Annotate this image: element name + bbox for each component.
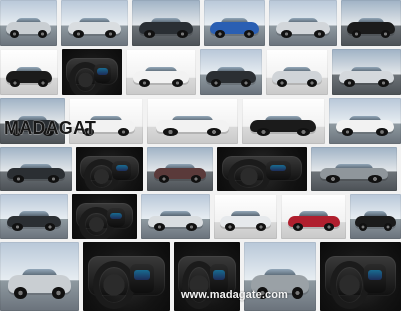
tile-r1-1[interactable] (0, 0, 57, 46)
tile-r4-2[interactable] (76, 147, 143, 191)
tile-r6-5[interactable] (320, 242, 401, 311)
tile-r5-6[interactable] (350, 194, 401, 239)
tile-r5-5[interactable] (281, 194, 347, 239)
row-5 (0, 194, 401, 239)
tile-r6-3[interactable] (174, 242, 240, 311)
tile-r3-1[interactable] (0, 98, 66, 144)
tile-r1-4[interactable] (204, 0, 265, 46)
tile-r6-4[interactable] (244, 242, 316, 311)
row-3 (0, 98, 401, 144)
tile-r1-2[interactable] (61, 0, 128, 46)
tile-r4-5[interactable] (311, 147, 397, 191)
tile-r2-4[interactable] (200, 49, 262, 95)
tile-r2-3[interactable] (126, 49, 196, 95)
tile-r2-6[interactable] (332, 49, 401, 95)
image-collage: MADAGAT www.madagate.com (0, 0, 401, 311)
tile-r3-4[interactable] (241, 98, 325, 144)
tile-r4-4[interactable] (217, 147, 307, 191)
tile-r4-1[interactable] (0, 147, 72, 191)
tile-r5-1[interactable] (0, 194, 68, 239)
tile-r2-2[interactable] (62, 49, 122, 95)
tile-r5-4[interactable] (213, 194, 278, 239)
tile-r3-5[interactable] (328, 98, 401, 144)
tile-r6-1[interactable] (0, 242, 79, 311)
tile-r3-2[interactable] (69, 98, 143, 144)
tile-r1-5[interactable] (269, 0, 337, 46)
row-1 (0, 0, 401, 46)
row-4 (0, 147, 401, 191)
tile-r6-2[interactable] (83, 242, 170, 311)
tile-r2-1[interactable] (0, 49, 58, 95)
tile-r1-6[interactable] (341, 0, 401, 46)
tile-r1-3[interactable] (132, 0, 200, 46)
tile-r5-2[interactable] (71, 194, 138, 239)
row-2 (0, 49, 401, 95)
tile-r4-3[interactable] (147, 147, 213, 191)
tile-r2-5[interactable] (266, 49, 328, 95)
row-6 (0, 242, 401, 311)
tile-r5-3[interactable] (141, 194, 210, 239)
tile-r3-3[interactable] (146, 98, 238, 144)
